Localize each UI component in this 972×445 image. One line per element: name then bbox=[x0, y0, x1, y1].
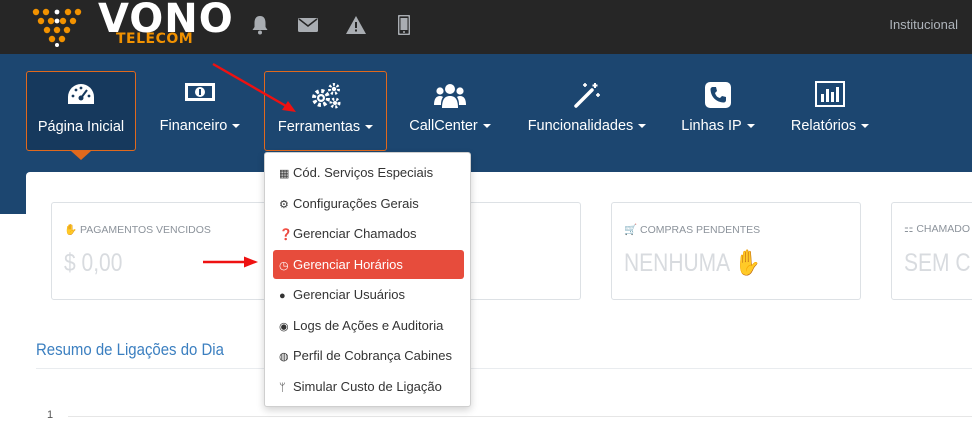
arrow-to-ferramentas bbox=[212, 62, 287, 108]
annotation-arrows bbox=[203, 62, 296, 268]
